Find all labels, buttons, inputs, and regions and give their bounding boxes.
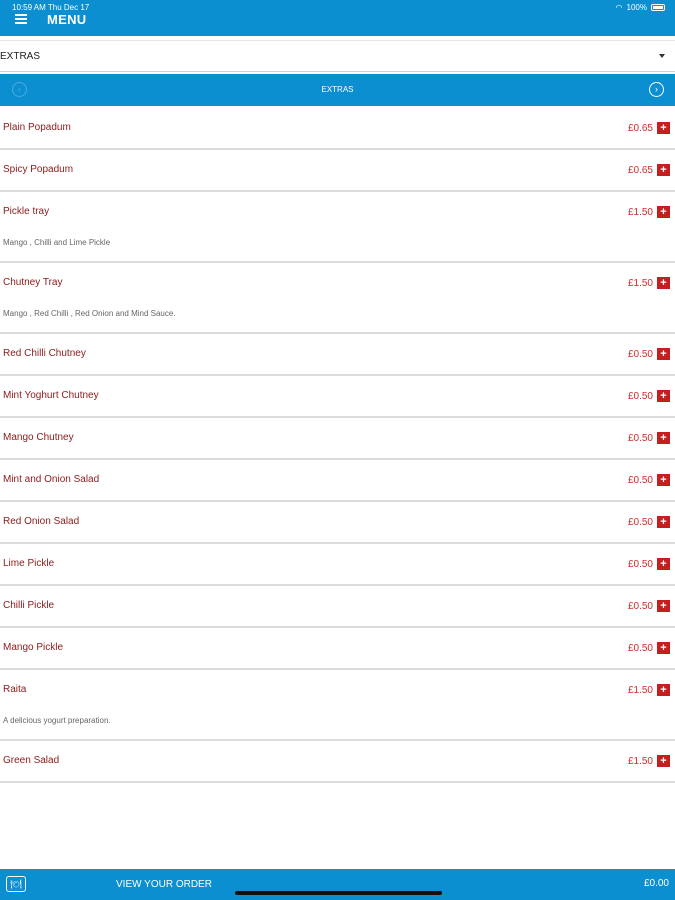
item-price: £0.65: [627, 123, 653, 134]
item-price: £0.65: [627, 165, 653, 176]
plus-icon[interactable]: +: [657, 390, 670, 402]
menu-item-row[interactable]: Red Chilli Chutney £0.50 +: [0, 334, 675, 376]
plus-icon[interactable]: +: [657, 432, 670, 444]
item-price: £1.50: [627, 278, 653, 289]
item-name: Mango Pickle: [3, 642, 64, 653]
order-footer: 🍽 VIEW YOUR ORDER £0.00: [0, 869, 675, 900]
item-description: Mango , Chilli and Lime Pickle: [3, 238, 111, 247]
plus-icon[interactable]: +: [657, 474, 670, 486]
wifi-icon: ◠: [615, 3, 623, 12]
item-price: £0.50: [627, 643, 653, 654]
plus-icon[interactable]: +: [657, 277, 670, 289]
plus-icon[interactable]: +: [657, 122, 670, 134]
menu-item-row[interactable]: Raita A delicious yogurt preparation. £1.5…: [0, 670, 675, 741]
item-description: Mango , Red Chilli , Red Onion and Mind …: [3, 309, 176, 318]
menu-item-row[interactable]: Chutney Tray Mango , Red Chilli , Red Oni…: [0, 263, 675, 334]
item-price: £0.50: [627, 601, 653, 612]
app-header: 10:59 AM Thu Dec 17 ◠ 100% MENU: [0, 0, 675, 36]
plus-icon[interactable]: +: [657, 755, 670, 767]
menu-item-row[interactable]: Mint Yoghurt Chutney £0.50 +: [0, 376, 675, 418]
menu-item-row[interactable]: Lime Pickle £0.50 +: [0, 544, 675, 586]
category-dropdown-value: EXTRAS: [0, 51, 41, 62]
menu-item-row[interactable]: Mango Chutney £0.50 +: [0, 418, 675, 460]
item-price: £0.50: [627, 517, 653, 528]
item-name: Green Salad: [3, 755, 60, 766]
caret-down-icon: [659, 54, 665, 58]
menu-item-row[interactable]: Plain Popadum £0.65 +: [0, 108, 675, 150]
item-name: Mango Chutney: [3, 432, 74, 443]
item-price: £0.50: [627, 391, 653, 402]
menu-item-row[interactable]: Green Salad £1.50 +: [0, 741, 675, 783]
item-price: £1.50: [627, 756, 653, 767]
plus-icon[interactable]: +: [657, 684, 670, 696]
item-price: £0.50: [627, 433, 653, 444]
menu-item-row[interactable]: Pickle tray Mango , Chilli and Lime Pickl…: [0, 192, 675, 263]
item-price: £1.50: [627, 685, 653, 696]
item-name: Chilli Pickle: [3, 600, 55, 611]
home-indicator: [235, 891, 442, 895]
plus-icon[interactable]: +: [657, 206, 670, 218]
battery-percent: 100%: [626, 3, 647, 12]
category-bar: ‹ EXTRAS ›: [0, 74, 675, 106]
menu-item-row[interactable]: Mango Pickle £0.50 +: [0, 628, 675, 670]
item-name: Chutney Tray: [3, 277, 63, 288]
category-dropdown[interactable]: EXTRAS: [0, 40, 675, 72]
plus-icon[interactable]: +: [657, 348, 670, 360]
item-name: Spicy Popadum: [3, 164, 74, 175]
chevron-right-icon[interactable]: ›: [649, 82, 664, 97]
item-description: A delicious yogurt preparation.: [3, 716, 111, 725]
page-title: MENU: [47, 12, 87, 27]
status-time: 10:59 AM Thu Dec 17: [12, 3, 90, 12]
item-name: Pickle tray: [3, 206, 50, 217]
order-total: £0.00: [643, 878, 669, 889]
item-name: Lime Pickle: [3, 558, 55, 569]
hamburger-icon[interactable]: [15, 14, 27, 24]
menu-item-row[interactable]: Red Onion Salad £0.50 +: [0, 502, 675, 544]
menu-item-list: Plain Popadum £0.65 + Spicy Popadum £0.65 + Pi…: [0, 108, 675, 783]
item-name: Red Chilli Chutney: [3, 348, 86, 359]
item-name: Mint and Onion Salad: [3, 474, 100, 485]
item-price: £0.50: [627, 559, 653, 570]
plus-icon[interactable]: +: [657, 516, 670, 528]
item-name: Red Onion Salad: [3, 516, 80, 527]
plus-icon[interactable]: +: [657, 600, 670, 612]
menu-item-row[interactable]: Spicy Popadum £0.65 +: [0, 150, 675, 192]
category-title: EXTRAS: [321, 85, 354, 94]
battery-icon: [651, 4, 665, 11]
item-price: £0.50: [627, 475, 653, 486]
item-name: Mint Yoghurt Chutney: [3, 390, 99, 401]
item-name: Plain Popadum: [3, 122, 71, 133]
plus-icon[interactable]: +: [657, 558, 670, 570]
menu-item-row[interactable]: Mint and Onion Salad £0.50 +: [0, 460, 675, 502]
item-name: Raita: [3, 684, 27, 695]
status-indicators: ◠ 100%: [616, 3, 665, 12]
view-order-button[interactable]: VIEW YOUR ORDER: [116, 879, 212, 890]
plus-icon[interactable]: +: [657, 642, 670, 654]
cart-icon[interactable]: 🍽: [6, 876, 26, 892]
plus-icon[interactable]: +: [657, 164, 670, 176]
item-price: £1.50: [627, 207, 653, 218]
menu-item-row[interactable]: Chilli Pickle £0.50 +: [0, 586, 675, 628]
item-price: £0.50: [627, 349, 653, 360]
